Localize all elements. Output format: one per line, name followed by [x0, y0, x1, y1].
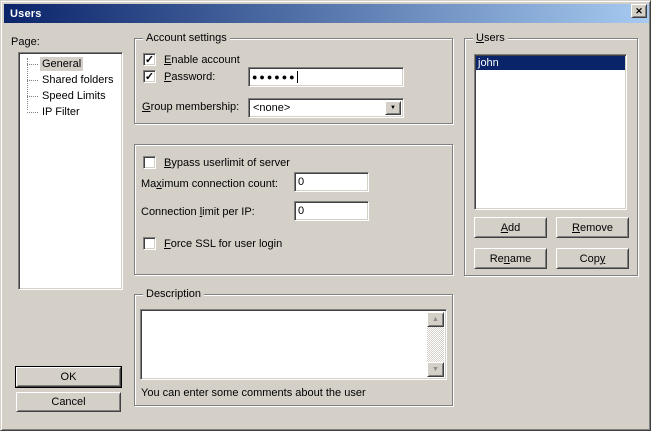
force-ssl-checkbox[interactable]: Force SSL for user login: [143, 237, 282, 250]
titlebar: Users: [4, 4, 649, 23]
password-input[interactable]: ●●●●●●: [248, 67, 404, 87]
close-icon[interactable]: ✕: [631, 4, 647, 18]
checkbox-checked-icon[interactable]: ✓: [143, 70, 156, 83]
connection-per-ip-label: Connection limit per IP:: [141, 206, 255, 218]
description-scrollbar[interactable]: ▲ ▼: [427, 312, 444, 377]
scroll-up-icon[interactable]: ▲: [427, 312, 444, 327]
tree-item-ip-filter[interactable]: IP Filter: [19, 104, 122, 120]
add-button[interactable]: Add: [474, 217, 547, 238]
users-dialog: Users ✕ Page: General Shared folders Spe…: [0, 0, 651, 431]
copy-button[interactable]: Copy: [556, 248, 629, 269]
rename-button[interactable]: Rename: [474, 248, 547, 269]
cancel-button[interactable]: Cancel: [16, 392, 121, 412]
checkbox-unchecked-icon[interactable]: [143, 237, 156, 250]
remove-button[interactable]: Remove: [556, 217, 629, 238]
group-membership-label: Group membership:: [142, 101, 239, 113]
list-item-john[interactable]: john: [476, 56, 625, 70]
description-title: Description: [143, 288, 204, 301]
tree-item-shared-folders[interactable]: Shared folders: [19, 72, 122, 88]
group-membership-select[interactable]: <none> ▼: [248, 98, 404, 118]
window-title: Users: [10, 8, 42, 20]
account-settings-title: Account settings: [143, 32, 230, 45]
checkbox-unchecked-icon[interactable]: [143, 156, 156, 169]
scroll-down-icon[interactable]: ▼: [427, 362, 444, 377]
force-ssl-label: Force SSL for user login: [164, 238, 282, 250]
connection-per-ip-input[interactable]: [294, 201, 369, 221]
users-listbox[interactable]: john: [474, 54, 627, 210]
tree-item-general[interactable]: General: [19, 56, 122, 72]
group-membership-value: <none>: [253, 102, 290, 114]
bypass-userlimit-label: Bypass userlimit of server: [164, 157, 290, 169]
enable-account-label: Enable account: [164, 54, 240, 66]
users-group-title: Users: [473, 32, 508, 45]
password-label: Password:: [164, 71, 215, 83]
max-connection-label: Maximum connection count:: [141, 178, 278, 190]
checkbox-checked-icon[interactable]: ✓: [143, 53, 156, 66]
enable-account-checkbox[interactable]: ✓ Enable account: [143, 53, 240, 66]
bypass-userlimit-checkbox[interactable]: Bypass userlimit of server: [143, 156, 290, 169]
text-caret: [297, 71, 298, 83]
page-label: Page:: [11, 36, 40, 48]
ok-button[interactable]: OK: [16, 367, 121, 387]
password-dots: ●●●●●●: [252, 72, 297, 83]
description-textarea[interactable]: ▲ ▼: [140, 309, 447, 380]
page-tree[interactable]: General Shared folders Speed Limits IP F…: [18, 52, 123, 290]
password-checkbox[interactable]: ✓ Password:: [143, 70, 215, 83]
chevron-down-icon[interactable]: ▼: [385, 101, 401, 115]
max-connection-input[interactable]: [294, 172, 369, 192]
description-hint: You can enter some comments about the us…: [141, 387, 366, 399]
tree-item-speed-limits[interactable]: Speed Limits: [19, 88, 122, 104]
